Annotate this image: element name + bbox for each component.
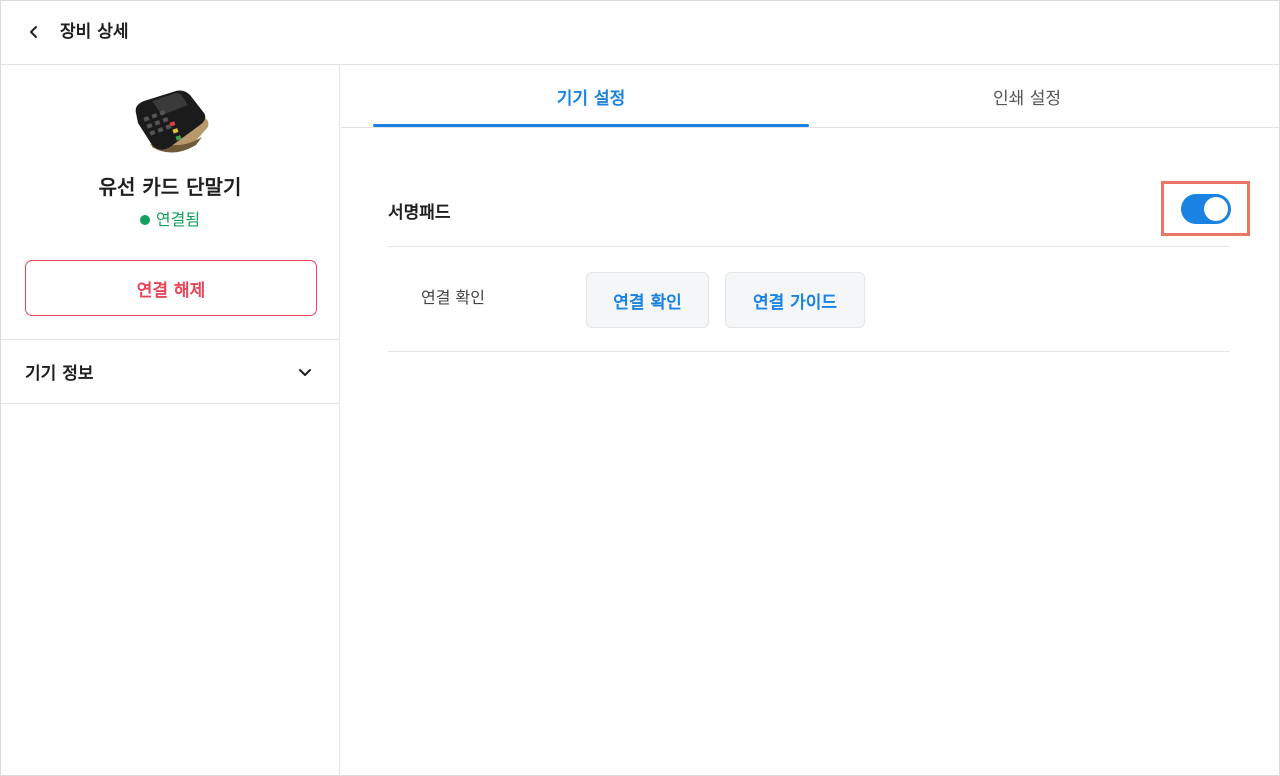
header: 장비 상세 [0, 0, 1280, 65]
check-connection-button[interactable]: 연결 확인 [586, 272, 709, 328]
status-text: 연결됨 [155, 210, 201, 229]
device-info-accordion[interactable]: 기기 정보 [0, 340, 340, 403]
chevron-left-icon [30, 26, 37, 38]
connection-status: 연결됨 [0, 209, 340, 231]
signature-pad-label: 서명패드 [388, 203, 451, 223]
page-title: 장비 상세 [60, 22, 129, 42]
signature-pad-row: 서명패드 [388, 175, 1230, 247]
device-name: 유선 카드 단말기 [98, 175, 242, 199]
status-dot-icon [139, 215, 150, 225]
connection-label: 연결 확인 [421, 288, 485, 307]
tab-device-settings[interactable]: 기기 설정 [373, 65, 809, 128]
chevron-down-icon [299, 368, 311, 376]
toggle-knob [1204, 197, 1228, 221]
back-button[interactable] [22, 20, 46, 44]
connection-guide-button[interactable]: 연결 가이드 [725, 272, 865, 328]
sidebar: 유선 카드 단말기 연결됨 연결 해제 기기 정보 [0, 65, 340, 776]
tab-bar: 기기 설정 인쇄 설정 [341, 65, 1280, 128]
card-terminal-image [130, 87, 212, 159]
tab-print-settings[interactable]: 인쇄 설정 [809, 65, 1245, 128]
divider [0, 403, 340, 404]
main-content: 기기 설정 인쇄 설정 서명패드 연결 확인 연결 확인 연결 가이드 [341, 65, 1280, 776]
active-tab-indicator [373, 124, 809, 127]
device-info-label: 기기 정보 [25, 364, 94, 384]
disconnect-button[interactable]: 연결 해제 [25, 260, 317, 316]
connection-row: 연결 확인 연결 확인 연결 가이드 [388, 247, 1230, 352]
signature-pad-toggle[interactable] [1181, 194, 1231, 224]
